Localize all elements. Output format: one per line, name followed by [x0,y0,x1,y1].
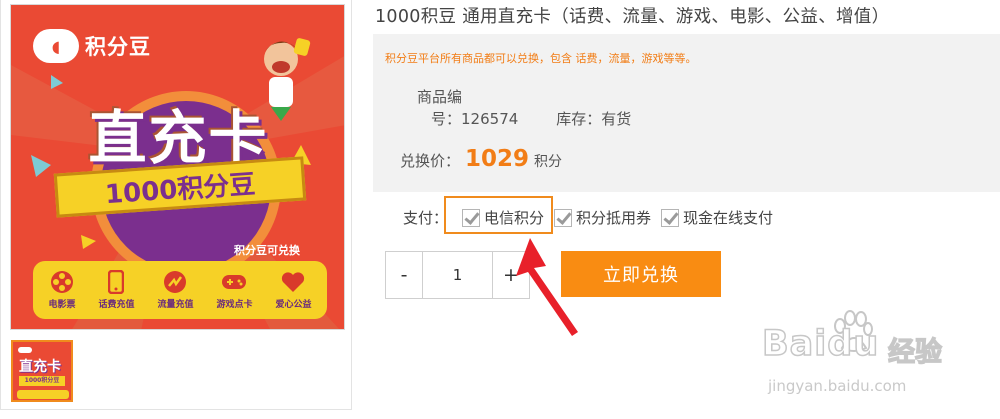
price-value: 1029 [465,146,530,172]
payment-option-cash[interactable]: 现金在线支付 [661,207,773,228]
film-reel-icon [49,270,75,294]
payment-option-voucher[interactable]: 积分抵用券 [554,207,651,228]
thumb-headline: 直充卡 [19,359,61,375]
band-item-data: 流量充值 [157,270,194,310]
product-info-panel: 积分豆平台所有商品都可以兑换，包含 话费，流量，游戏等等。 商品编 号：1265… [373,34,1000,192]
thumb-ribbon: 1000积分豆 [19,376,65,386]
baidu-jingyan-watermark: Baidu 经验 jingyan.baidu.com [758,310,958,410]
annotation-highlight-box [444,196,553,234]
stock-value: 有货 [601,110,632,128]
product-gallery: ◖ 积分豆 直充卡 1000积分豆 积分豆可兑换 电影票 话费充值 流量充值 游… [0,0,352,410]
watermark-logo-cn: 经验 [887,336,942,368]
band-item-phone: 话费充值 [98,270,135,310]
checkbox-checked-icon[interactable] [661,208,680,227]
thumb-band [17,390,69,399]
poster-logo-text: 积分豆 [85,35,151,59]
band-item-label: 电影票 [48,300,76,310]
product-main-image: ◖ 积分豆 直充卡 1000积分豆 积分豆可兑换 电影票 话费充值 流量充值 游… [10,4,345,330]
phone-icon [103,270,129,294]
poster-ribbon-text: 1000积分豆 [104,169,257,210]
price-unit: 积分 [534,154,563,170]
sku-value: 126574 [461,110,519,128]
band-item-label: 爱心公益 [275,300,312,310]
poster-category-band: 电影票 话费充值 流量充值 游戏点卡 爱心公益 [33,261,327,319]
sku-suffix: 号： [431,110,462,128]
checkbox-checked-icon[interactable] [554,208,573,227]
promo-text: 积分豆平台所有商品都可以兑换，包含 话费，流量，游戏等等。 [385,52,697,65]
sku-label: 商品编 [417,88,463,106]
signal-icon [162,270,188,294]
poster-logo: ◖ 积分豆 [33,29,151,63]
thumb-logo-icon [18,347,32,353]
band-item-label: 话费充值 [98,300,135,310]
product-title: 1000积豆 通用直充卡（话费、流量、游戏、电影、公益、增值） [375,7,890,27]
gamepad-icon [221,270,247,294]
stock-label: 库存： [556,110,602,128]
poster-redeem-note: 积分豆可兑换 [234,244,300,257]
band-item-charity: 爱心公益 [275,270,312,310]
payment-option-label: 现金在线支付 [683,209,774,227]
band-item-film: 电影票 [48,270,76,310]
band-item-label: 游戏点卡 [216,300,253,310]
payment-label: 支付： [403,209,449,227]
quantity-input[interactable]: 1 [422,252,493,298]
bean-logo-icon: ◖ [33,29,79,63]
quantity-decrease-button[interactable]: - [386,252,422,298]
annotation-arrow-icon [516,238,578,336]
watermark-url: jingyan.baidu.com [768,377,907,395]
sku-stock-row: 号：126574 库存：有货 [431,108,631,129]
band-item-label: 流量充值 [157,300,194,310]
price-label: 兑换价： [400,152,461,170]
watermark-logo: Baidu [761,323,880,365]
heart-icon [280,270,306,294]
band-item-game: 游戏点卡 [216,270,253,310]
product-thumbnail[interactable]: 直充卡 1000积分豆 [11,340,73,402]
price-row: 兑换价： 1029 积分 [400,146,562,172]
payment-option-label: 积分抵用券 [576,209,652,227]
